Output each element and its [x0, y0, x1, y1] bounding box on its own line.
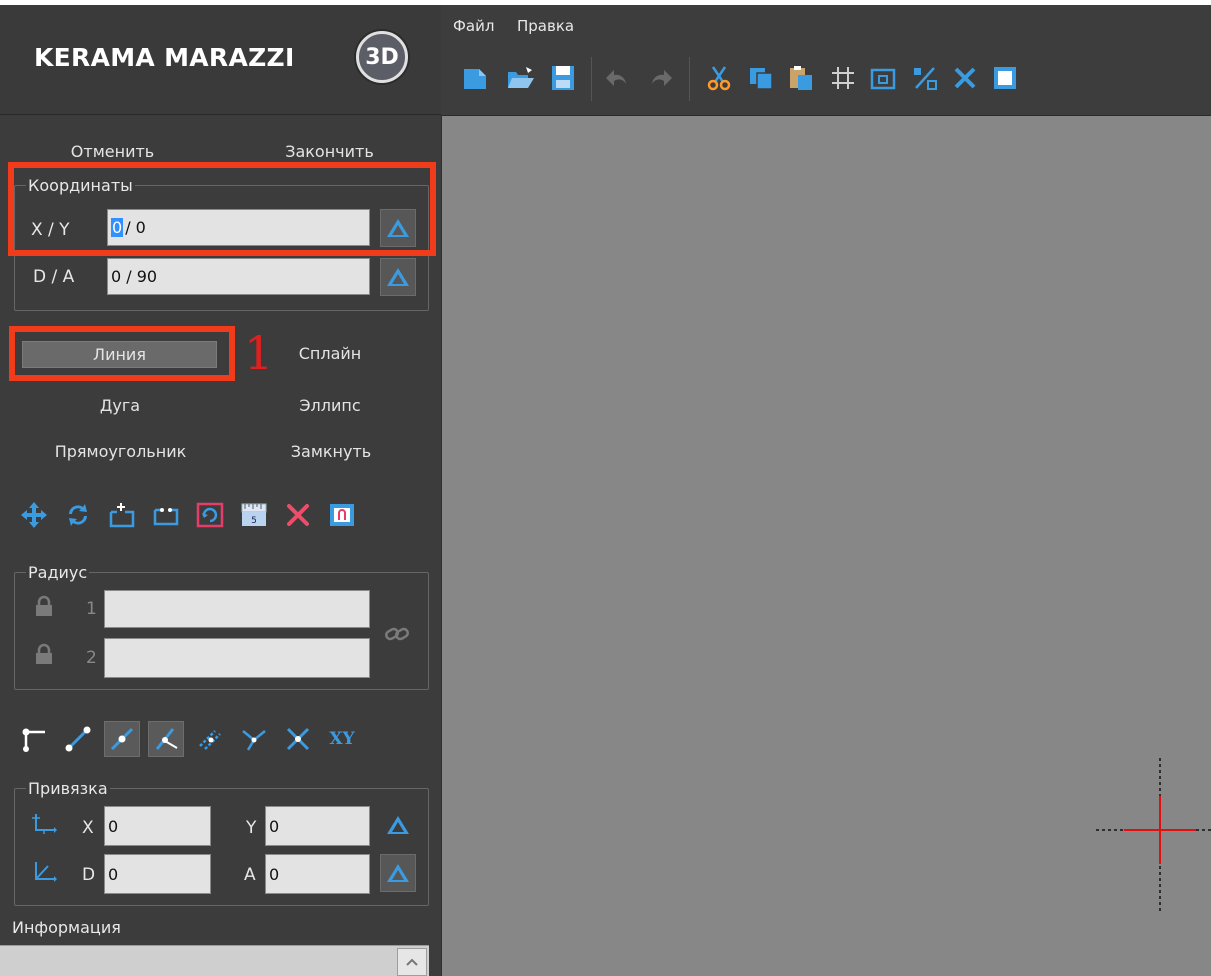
binding-d-input[interactable]: 0	[104, 854, 211, 894]
highlight-frame-coordinates	[8, 162, 436, 256]
cut-icon[interactable]	[701, 60, 737, 96]
lock-icon[interactable]	[34, 643, 54, 669]
link-chain-icon[interactable]	[384, 624, 410, 648]
snap-intersection-icon[interactable]	[280, 721, 316, 757]
lock-icon[interactable]	[34, 595, 54, 621]
ruler-dimension-icon[interactable]: 5	[236, 497, 272, 533]
binding-a-input[interactable]: 0	[265, 854, 370, 894]
binding-da-delta-button[interactable]	[380, 854, 416, 892]
da-input[interactable]: 0 / 90	[107, 258, 370, 295]
binding-a-label: A	[244, 865, 256, 885]
redo-icon[interactable]	[641, 60, 677, 96]
finish-button[interactable]: Закончить	[262, 142, 397, 161]
frame-icon[interactable]	[865, 60, 901, 96]
percent-icon[interactable]	[907, 60, 943, 96]
snap-perpendicular-icon[interactable]	[148, 721, 184, 757]
snap-midpoint-icon[interactable]	[104, 721, 140, 757]
add-point-icon[interactable]	[104, 497, 140, 533]
toolbar	[441, 43, 1211, 116]
da-label: D / A	[33, 267, 75, 287]
binding-x-label: X	[82, 818, 94, 838]
drawing-canvas[interactable]	[441, 116, 1211, 976]
paste-icon[interactable]	[783, 60, 819, 96]
snap-xy-icon[interactable]: XY	[324, 721, 360, 757]
binding-y-label: Y	[246, 818, 257, 838]
new-file-icon[interactable]	[457, 60, 493, 96]
menu-file[interactable]: Файл	[453, 17, 494, 35]
menu-bar: Файл Правка	[441, 5, 1211, 43]
radius-legend: Радиус	[26, 563, 90, 582]
transform-icons-row: 5	[16, 497, 368, 533]
info-textarea[interactable]	[0, 945, 429, 976]
logo-text: KERAMA MARAZZI	[34, 43, 295, 72]
radius-2-input[interactable]	[104, 638, 370, 678]
snap-xy-label: XY	[329, 729, 355, 749]
remove-point-icon[interactable]	[148, 497, 184, 533]
rectangle-tool-button[interactable]: Прямоугольник	[28, 442, 213, 461]
logo-3d-badge: 3D	[356, 31, 408, 83]
close-x-icon[interactable]	[947, 60, 983, 96]
binding-xy-delta-button[interactable]	[380, 806, 416, 844]
scroll-up-button[interactable]	[397, 948, 427, 976]
delta-icon	[387, 864, 409, 882]
toolbar-separator	[591, 57, 592, 101]
logo-area: KERAMA MARAZZI 3D	[0, 5, 441, 115]
radius-1-label: 1	[86, 599, 97, 619]
cancel-button[interactable]: Отменить	[50, 142, 175, 161]
binding-x-input[interactable]: 0	[104, 806, 211, 846]
move-icon[interactable]	[16, 497, 52, 533]
rotate-frame-icon[interactable]	[192, 497, 228, 533]
ellipse-tool-button[interactable]: Эллипс	[275, 396, 385, 415]
open-folder-icon[interactable]	[503, 60, 539, 96]
highlight-frame-line	[9, 326, 235, 381]
snap-endpoint-icon[interactable]	[16, 721, 52, 757]
annotation-number-1: 1	[244, 326, 274, 380]
undo-icon[interactable]	[601, 60, 637, 96]
delta-icon	[387, 816, 409, 834]
cursor-crosshair-icon	[1096, 758, 1211, 914]
da-input-text: 0 / 90	[111, 267, 158, 286]
grid-icon[interactable]	[825, 60, 861, 96]
radius-1-input[interactable]	[104, 590, 370, 628]
radius-2-label: 2	[86, 648, 97, 668]
snap-icons-row: XY	[16, 721, 368, 757]
toolbar-separator	[689, 57, 690, 101]
delta-icon	[387, 268, 409, 286]
arc-tool-button[interactable]: Дуга	[70, 396, 170, 415]
axis-xy-icon	[30, 812, 58, 840]
svg-text:5: 5	[251, 516, 257, 526]
chevron-up-icon	[406, 958, 418, 966]
binding-y-input[interactable]: 0	[265, 806, 370, 846]
window-icon[interactable]	[324, 497, 360, 533]
da-delta-button[interactable]	[380, 258, 416, 296]
save-icon[interactable]	[545, 60, 581, 96]
fullscreen-icon[interactable]	[987, 60, 1023, 96]
spline-tool-button[interactable]: Сплайн	[275, 344, 385, 363]
binding-legend: Привязка	[26, 779, 110, 798]
binding-d-label: D	[82, 865, 96, 885]
copy-icon[interactable]	[743, 60, 779, 96]
close-shape-button[interactable]: Замкнуть	[266, 442, 396, 461]
snap-parallel-icon[interactable]	[192, 721, 228, 757]
menu-edit[interactable]: Правка	[517, 17, 574, 35]
axis-angle-icon	[30, 860, 58, 888]
info-label: Информация	[12, 918, 121, 937]
delete-icon[interactable]	[280, 497, 316, 533]
snap-bisector-icon[interactable]	[236, 721, 272, 757]
rotate-icon[interactable]	[60, 497, 96, 533]
snap-line-icon[interactable]	[60, 721, 96, 757]
